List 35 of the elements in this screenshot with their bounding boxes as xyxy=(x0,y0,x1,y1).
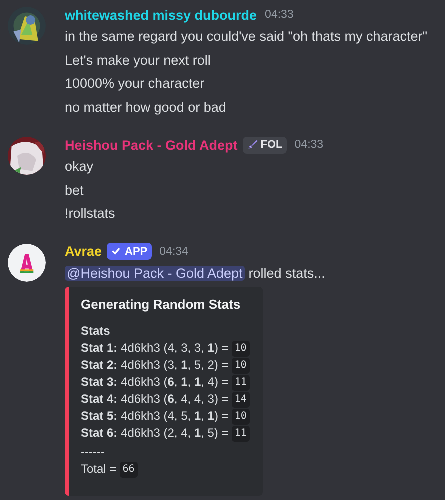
separator-text: ------ xyxy=(81,444,106,461)
result-code: 10 xyxy=(232,408,250,424)
result-code: 14 xyxy=(232,392,250,408)
field-heading: Stats xyxy=(81,323,112,340)
stat-line: Stat 4: 4d6kh3 (6, 4, 4, 3) = xyxy=(81,391,229,408)
message-text: rolled stats... xyxy=(248,266,326,280)
message-text: okay xyxy=(65,158,95,176)
message-text: Let's make your next roll xyxy=(65,52,212,70)
stat-line: Stat 2: 4d6kh3 (3, 1, 5, 2) = xyxy=(81,357,229,374)
tag-label: APP xyxy=(125,246,148,258)
timestamp: 04:33 xyxy=(265,9,294,21)
message-text: !rollstats xyxy=(65,205,116,223)
avatar-logo-icon[interactable] xyxy=(8,244,46,282)
message-text: 10000% your character xyxy=(65,75,206,93)
message-text: bet xyxy=(65,182,85,200)
stat-line: Stat 1: 4d6kh3 (4, 3, 3, 1) = xyxy=(81,340,229,357)
total-label: Total = xyxy=(81,461,117,478)
result-code: 11 xyxy=(232,374,250,390)
message-text: in the same regard you could've said "oh thats my character" xyxy=(65,28,428,46)
user-mention[interactable]: @Heishou Pack - Gold Adept xyxy=(65,266,245,280)
stat-line: Stat 3: 4d6kh3 (6, 1, 1, 4) = xyxy=(81,374,229,391)
total-code: 66 xyxy=(120,462,138,478)
stat-line: Stat 6: 4d6kh3 (2, 4, 1, 5) = xyxy=(81,425,229,442)
author-name[interactable]: Avrae xyxy=(65,244,102,259)
timestamp: 04:34 xyxy=(160,246,188,258)
message-text: no matter how good or bad xyxy=(65,98,228,117)
result-code: 10 xyxy=(232,358,250,374)
result-code: 11 xyxy=(232,426,250,442)
tag-label: FOL xyxy=(260,139,283,151)
embed-title: Generating Random Stats xyxy=(81,296,242,313)
author-name[interactable]: whitewashed missy dubourde xyxy=(65,8,258,22)
timestamp: 04:33 xyxy=(294,139,324,151)
sword-icon xyxy=(246,139,259,151)
stat-line: Stat 5: 4d6kh3 (4, 5, 1, 1) = xyxy=(81,408,229,425)
result-code: 10 xyxy=(232,340,250,356)
